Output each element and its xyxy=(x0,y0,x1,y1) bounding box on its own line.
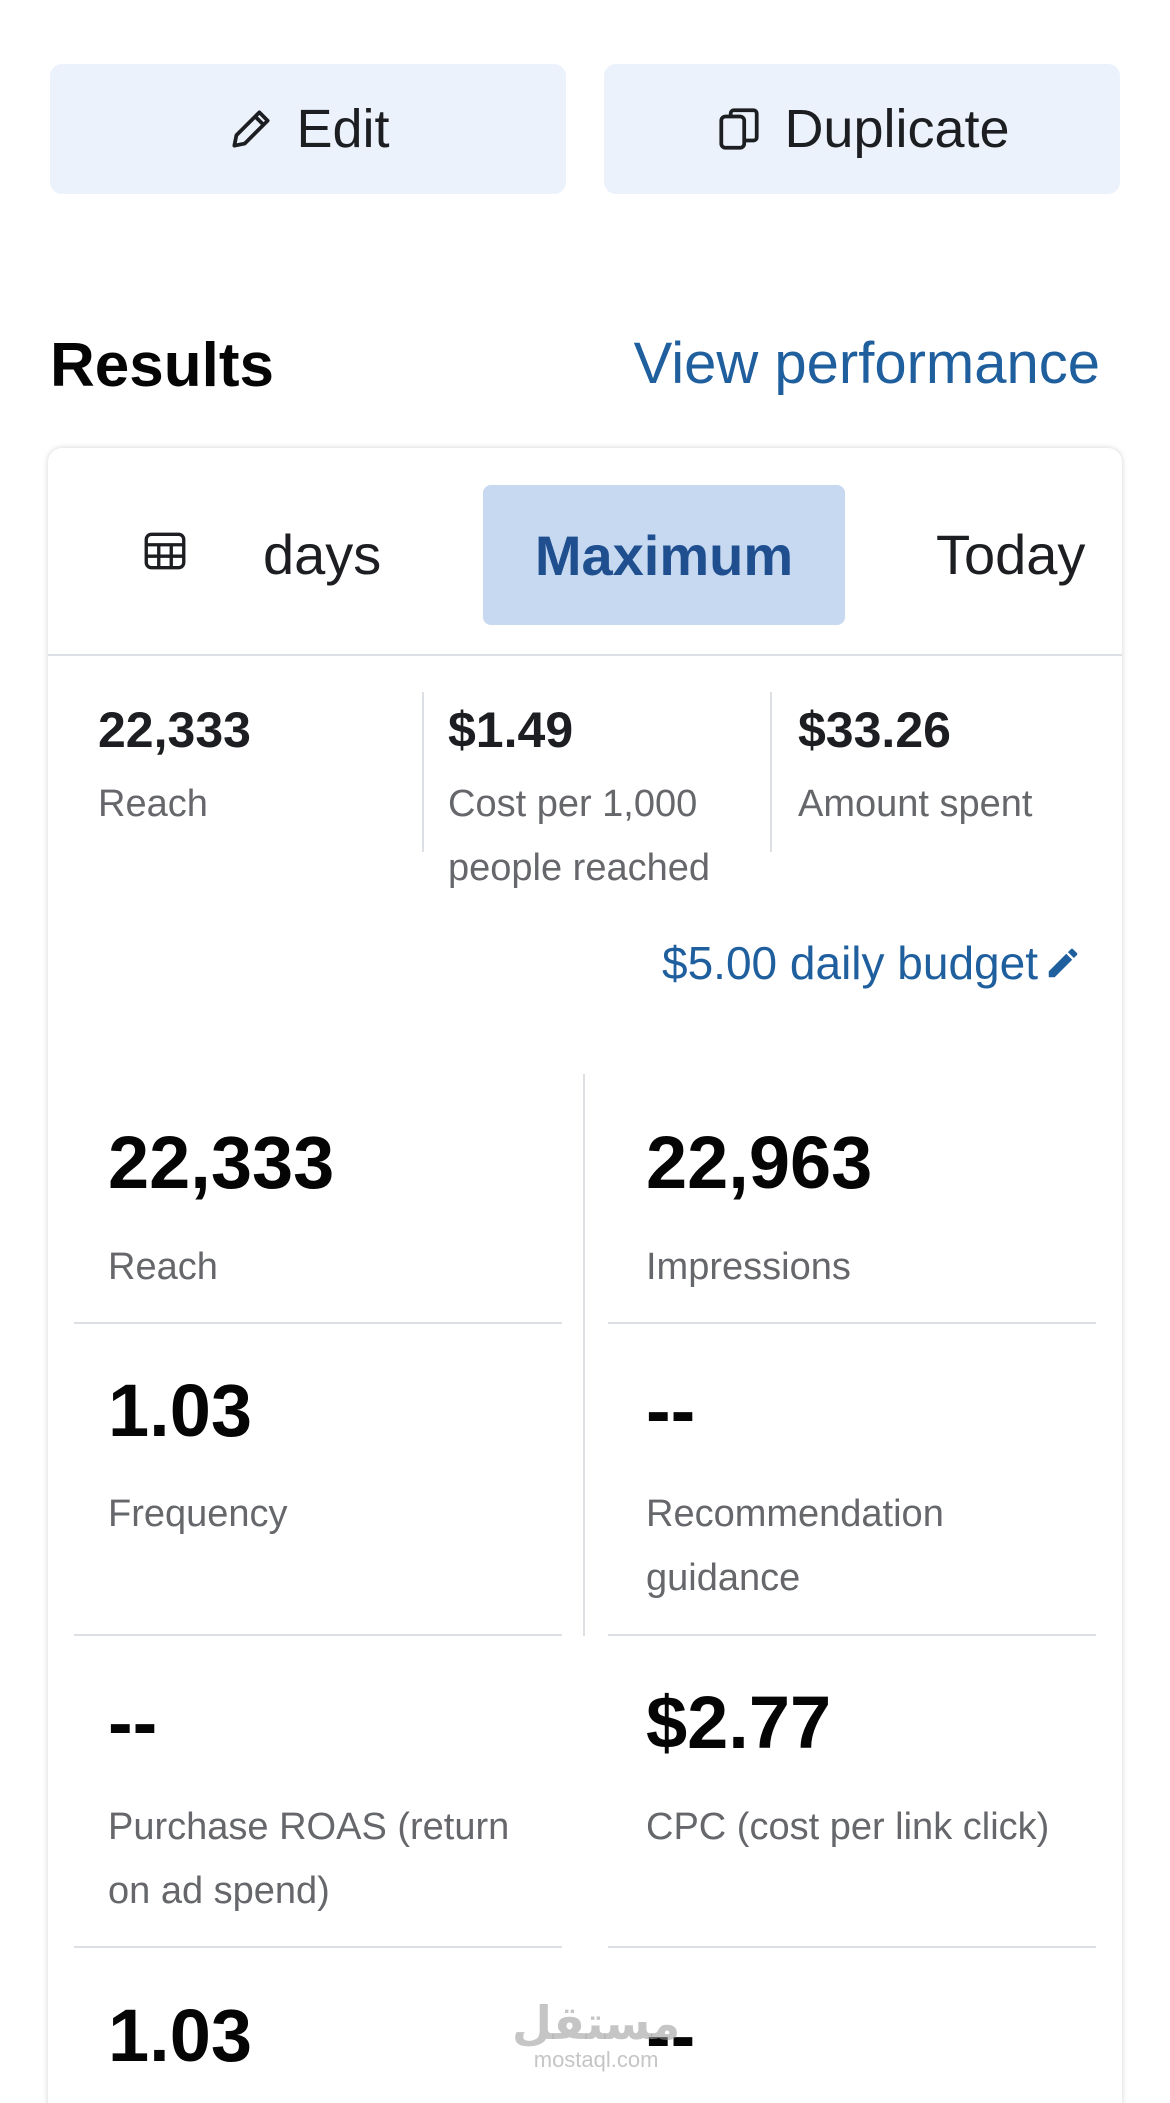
row-divider xyxy=(74,1946,562,1948)
row-divider xyxy=(608,1946,1096,1948)
summary-reach-value: 22,333 xyxy=(98,702,251,758)
metric-frequency-label: Frequency xyxy=(108,1493,288,1535)
metric-impressions-value: 22,963 xyxy=(646,1121,873,1204)
divider xyxy=(770,692,772,852)
edit-pencil-icon xyxy=(1048,948,1078,978)
metric-reach-label: Reach xyxy=(108,1246,218,1288)
tab-maximum[interactable]: Maximum xyxy=(483,485,845,625)
row-divider xyxy=(74,1634,562,1636)
metric-recommendation-label: Recommendation guidance xyxy=(646,1493,944,1599)
tab-today[interactable]: Today xyxy=(936,522,1085,587)
metric-cpc-value: $2.77 xyxy=(646,1681,832,1764)
metric-frequency-value: 1.03 xyxy=(108,1369,253,1452)
divider xyxy=(422,692,424,852)
calendar-icon[interactable] xyxy=(140,526,190,576)
results-card: days Maximum Today 22,333 Reach $1.49 Co… xyxy=(48,448,1122,2103)
row-divider xyxy=(608,1634,1096,1636)
results-title: Results xyxy=(50,331,274,400)
tab-days[interactable]: days xyxy=(263,522,381,587)
duplicate-button[interactable]: Duplicate xyxy=(604,64,1120,194)
watermark-latin: mostaql.com xyxy=(533,2047,659,2072)
summary-cpm-value: $1.49 xyxy=(448,702,574,758)
metric-roas-value: -- xyxy=(108,1681,158,1764)
metric-value: 1.03 xyxy=(108,1994,253,2077)
daily-budget-label: $5.00 daily budget xyxy=(662,937,1038,989)
row-divider xyxy=(74,1322,562,1324)
row-divider xyxy=(608,1322,1096,1324)
metric-reach-value: 22,333 xyxy=(108,1121,335,1204)
summary-reach-label: Reach xyxy=(98,783,208,825)
edit-button[interactable]: Edit xyxy=(50,64,566,194)
metric-impressions-label: Impressions xyxy=(646,1246,851,1288)
watermark-arabic: مستقل xyxy=(512,1997,681,2049)
date-range-tabs: days Maximum Today xyxy=(48,448,1122,656)
view-performance-link[interactable]: View performance xyxy=(634,330,1100,397)
summary-cpm-label: Cost per 1,000 people reached xyxy=(448,783,710,889)
edit-label: Edit xyxy=(296,99,390,159)
summary-spent-label: Amount spent xyxy=(798,783,1033,825)
metric-roas-label: Purchase ROAS (return on ad spend) xyxy=(108,1806,510,1912)
duplicate-icon xyxy=(719,108,760,150)
duplicate-label: Duplicate xyxy=(784,99,1010,159)
pencil-icon xyxy=(232,110,271,148)
column-divider xyxy=(583,1074,585,1636)
metric-recommendation-value: -- xyxy=(646,1369,696,1452)
watermark: مستقل mostaql.com xyxy=(512,1998,680,2072)
metric-cpc-label: CPC (cost per link click) xyxy=(646,1806,1050,1848)
daily-budget-link[interactable]: $5.00 daily budget xyxy=(662,936,1082,990)
summary-spent-value: $33.26 xyxy=(798,702,951,758)
